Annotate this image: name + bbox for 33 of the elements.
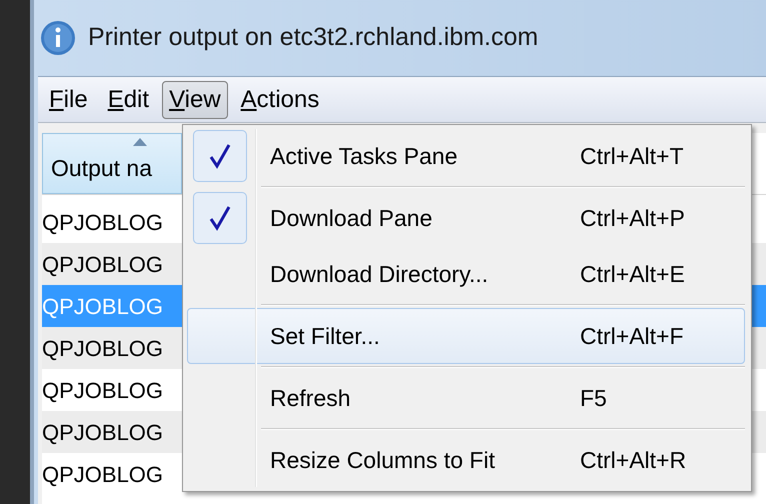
- menu-item[interactable]: Refresh F5: [187, 370, 745, 426]
- column-header[interactable]: Output na: [42, 133, 182, 194]
- menu-item[interactable]: Set Filter... Ctrl+Alt+F: [187, 308, 745, 364]
- shortcut-label: Ctrl+Alt+P: [580, 204, 685, 233]
- menu-item-label: Refresh: [270, 384, 352, 413]
- table-cell-text: QPJOBLOG: [42, 418, 164, 446]
- menu-item-label: Set Filter...: [270, 322, 381, 351]
- info-icon: [40, 20, 76, 56]
- menu-item[interactable]: Download Directory... Ctrl+Alt+E: [187, 246, 745, 302]
- menu-item-label: Download Directory...: [270, 260, 490, 289]
- menu-item[interactable]: Resize Columns to Fit Ctrl+Alt+R: [187, 432, 745, 488]
- table-cell-text: QPJOBLOG: [42, 334, 164, 362]
- sort-arrow-icon: [133, 138, 147, 146]
- menu-item[interactable]: File: [42, 80, 95, 118]
- menu-item[interactable]: Actions: [234, 80, 326, 118]
- menu-item[interactable]: Active Tasks Pane Ctrl+Alt+T: [187, 128, 745, 184]
- shortcut-label: Ctrl+Alt+T: [580, 142, 684, 171]
- table-cell-text: QPJOBLOG: [42, 250, 164, 278]
- table-cell-text: QPJOBLOG: [42, 208, 164, 236]
- menu-item-label: Active Tasks Pane: [270, 142, 459, 171]
- menu-item[interactable]: Download Pane Ctrl+Alt+P: [187, 190, 745, 246]
- menu-item[interactable]: View: [162, 80, 228, 118]
- shortcut-label: Ctrl+Alt+F: [580, 322, 684, 351]
- menu-item-label: Resize Columns to Fit: [270, 446, 496, 475]
- menu-item[interactable]: Edit: [100, 80, 156, 118]
- menu-item-label: Download Pane: [270, 204, 434, 233]
- shortcut-label: Ctrl+Alt+R: [580, 446, 686, 475]
- table-cell-text: QPJOBLOG: [42, 460, 164, 488]
- table-cell-text: QPJOBLOG: [42, 376, 164, 404]
- table-cell-text: QPJOBLOG: [42, 292, 164, 320]
- window-title: Printer output on etc3t2.rchland.ibm.com: [88, 22, 538, 54]
- shortcut-label: F5: [580, 384, 607, 413]
- shortcut-label: Ctrl+Alt+E: [580, 260, 685, 289]
